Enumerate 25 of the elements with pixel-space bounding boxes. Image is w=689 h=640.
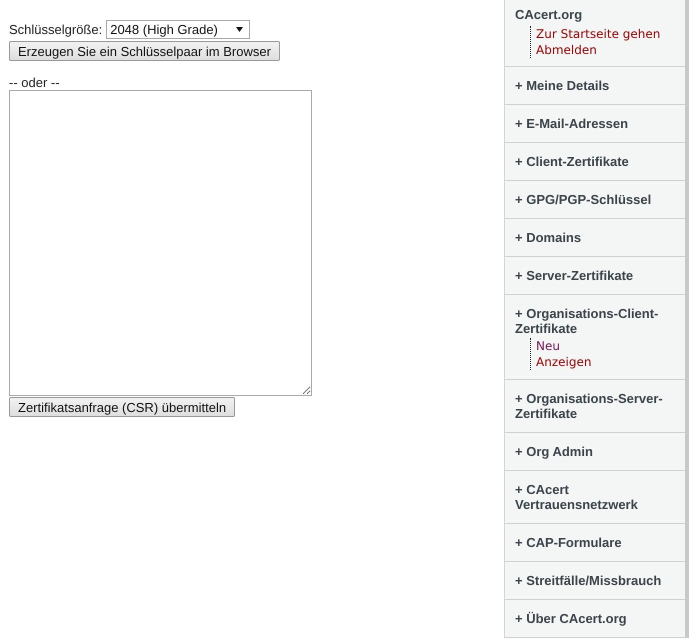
menu-item[interactable]: + Domains <box>515 230 582 245</box>
key-size-select[interactable]: 2048 (High Grade) <box>106 20 250 39</box>
menu-link[interactable]: Abmelden <box>536 42 597 58</box>
menu-link[interactable]: Anzeigen <box>536 354 592 370</box>
menu-item[interactable]: + CAP-Formulare <box>515 535 622 550</box>
menu-link[interactable]: Neu <box>536 338 560 354</box>
site-title: CAcert.org <box>515 7 582 22</box>
menu-item[interactable]: + Streitfälle/Missbrauch <box>515 573 662 588</box>
key-size-label: Schlüsselgröße: <box>9 22 102 37</box>
menu-item[interactable]: + GPG/PGP-Schlüssel <box>515 192 652 207</box>
menu-link[interactable]: Zur Startseite gehen <box>536 26 660 42</box>
menu-item[interactable]: + Über CAcert.org <box>515 611 627 626</box>
menu-item[interactable]: + E-Mail-Adressen <box>515 116 628 131</box>
generate-keypair-button[interactable]: Erzeugen Sie ein Schlüsselpaar im Browser <box>9 41 280 61</box>
menu-item[interactable]: + Meine Details <box>515 78 610 93</box>
menu-item[interactable]: + Organisations-Server-Zertifikate <box>515 391 675 421</box>
caret-icon <box>236 27 244 32</box>
submit-csr-button[interactable]: Zertifikatsanfrage (CSR) übermitteln <box>9 397 236 417</box>
menu-item[interactable]: + Server-Zertifikate <box>515 268 634 283</box>
csr-field[interactable] <box>9 90 312 396</box>
menu-item[interactable]: + Organisations-Client-Zertifikate <box>515 306 675 336</box>
menu-item[interactable]: + Org Admin <box>515 444 593 459</box>
menu-item[interactable]: + Client-Zertifikate <box>515 154 629 169</box>
separator-text: -- oder -- <box>9 75 60 90</box>
menu-item[interactable]: + CAcert Vertrauensnetzwerk <box>515 482 675 512</box>
